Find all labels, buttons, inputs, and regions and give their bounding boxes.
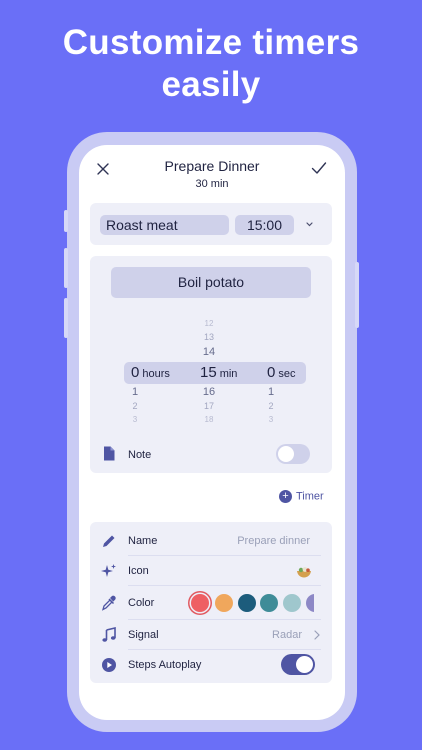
autoplay-label: Steps Autoplay (128, 659, 202, 671)
color-swatch-orange[interactable] (215, 594, 233, 612)
note-label: Note (128, 449, 152, 461)
color-label: Color (128, 597, 155, 609)
note-toggle[interactable] (276, 444, 310, 464)
headline: Customize timers easily (0, 22, 422, 106)
picker-minute-option[interactable]: 13 (189, 332, 229, 342)
icon-label: Icon (128, 565, 149, 577)
step-name-field[interactable]: Boil potato (111, 267, 311, 298)
settings-row-autoplay: Steps Autoplay (90, 650, 332, 680)
picker-hours-unit: hours (142, 368, 170, 380)
phone-button-power (355, 262, 359, 328)
color-swatch-navy[interactable] (238, 594, 256, 612)
food-bowl-icon[interactable] (296, 566, 312, 578)
picker-hours-selected[interactable]: 0 hours (131, 362, 170, 384)
color-swatch-teal[interactable] (260, 594, 278, 612)
picker-minute-option[interactable]: 18 (189, 415, 229, 424)
pencil-icon (103, 535, 115, 547)
step-card-collapsed[interactable]: Roast meat 15:00 (90, 203, 332, 245)
picker-seconds-unit: sec (278, 368, 296, 380)
chevron-right-icon (314, 630, 320, 640)
picker-hours-value: 0 (131, 364, 140, 381)
name-label: Name (128, 535, 158, 547)
picker-minute-option[interactable]: 14 (189, 346, 229, 358)
signal-value: Radar (272, 629, 302, 641)
headline-line1: Customize timers (62, 23, 360, 62)
settings-card: Name Prepare dinner Icon Color Signal Ra… (90, 522, 332, 683)
picker-seconds-value: 0 (267, 364, 276, 381)
picker-second-option[interactable]: 1 (251, 386, 291, 398)
picker-minute-option[interactable]: 16 (189, 386, 229, 398)
signal-label: Signal (128, 629, 159, 641)
phone-button-mute (64, 210, 68, 232)
toggle-knob (296, 656, 313, 673)
page-title: Prepare Dinner (164, 158, 260, 174)
picker-minutes-selected[interactable]: 15 min (200, 362, 237, 384)
sparkles-icon (101, 564, 116, 577)
autoplay-toggle[interactable] (281, 654, 315, 675)
headline-line2: easily (161, 65, 261, 104)
color-swatch-red[interactable] (191, 594, 209, 612)
settings-row-color: Color (90, 586, 332, 620)
picker-hour-option[interactable]: 1 (115, 386, 155, 398)
picker-minute-option[interactable]: 12 (189, 319, 229, 328)
color-picker-icon (101, 595, 116, 611)
document-icon (104, 446, 115, 461)
color-swatch-clip (306, 594, 314, 612)
picker-hour-option[interactable]: 3 (115, 415, 155, 424)
picker-minute-option[interactable]: 17 (189, 401, 229, 411)
settings-row-name[interactable]: Name Prepare dinner (90, 526, 332, 556)
add-timer-label: Timer (296, 490, 324, 503)
phone-button-volume-up (64, 248, 68, 288)
phone-button-volume-down (64, 298, 68, 338)
app-screen: Prepare Dinner 30 min Roast meat 15:00 B… (79, 145, 345, 720)
step-name-field[interactable]: Roast meat (100, 215, 229, 235)
picker-hour-option[interactable]: 2 (115, 401, 155, 411)
picker-second-option[interactable]: 2 (251, 401, 291, 411)
add-timer-button[interactable]: + Timer (279, 490, 324, 506)
color-swatch-light-teal[interactable] (283, 594, 301, 612)
confirm-check-icon[interactable] (311, 161, 327, 175)
color-swatch-purple[interactable] (306, 594, 314, 612)
toggle-knob (278, 446, 294, 462)
chevron-down-icon[interactable] (305, 220, 314, 228)
picker-seconds-selected[interactable]: 0 sec (267, 362, 295, 384)
picker-minutes-unit: min (219, 368, 238, 380)
step-card-expanded: Boil potato 12 13 14 0 hours 15 min 0 sec 1… (90, 256, 332, 473)
total-duration: 30 min (195, 178, 229, 190)
settings-row-signal[interactable]: Signal Radar (90, 620, 332, 650)
picker-minutes-value: 15 (200, 364, 217, 381)
step-time-field[interactable]: 15:00 (235, 215, 294, 235)
play-circle-icon (102, 658, 116, 672)
picker-second-option[interactable]: 3 (251, 415, 291, 424)
music-note-icon (102, 627, 116, 642)
settings-row-icon[interactable]: Icon (90, 556, 332, 586)
plus-icon: + (279, 490, 292, 503)
name-input[interactable]: Prepare dinner (237, 535, 310, 547)
